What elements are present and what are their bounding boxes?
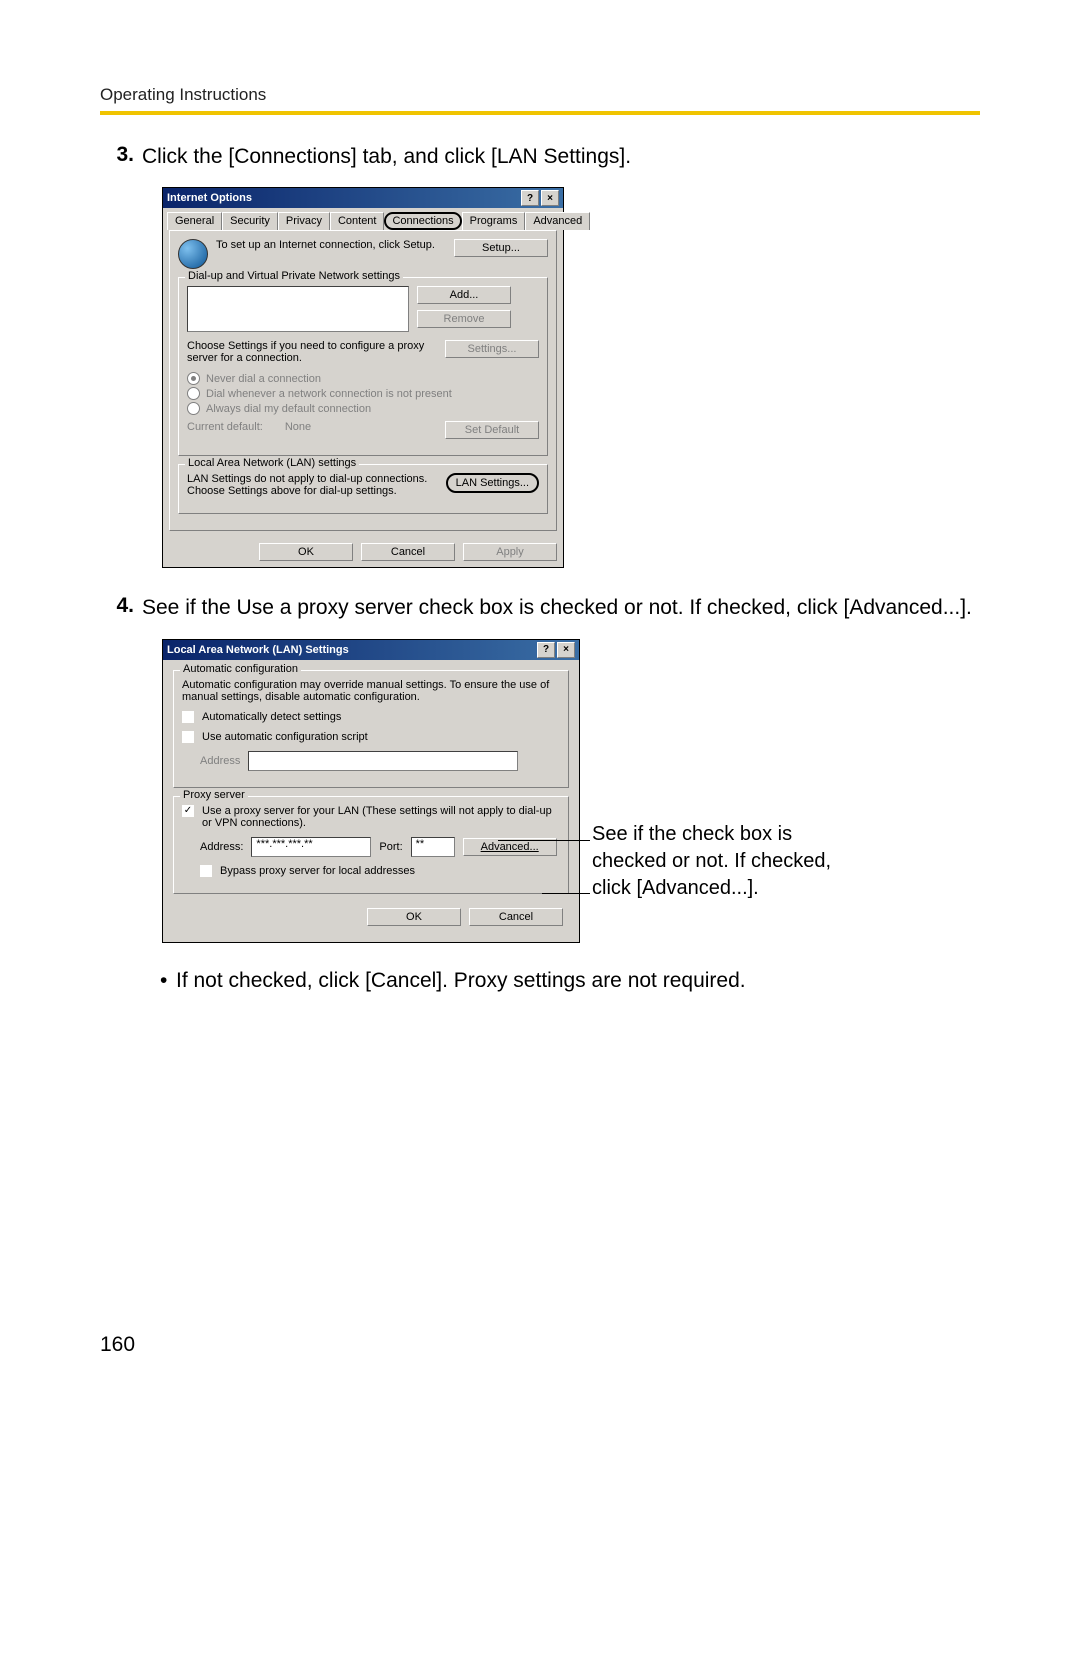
current-default-value: None <box>285 421 311 433</box>
bypass-checkbox[interactable] <box>200 865 212 877</box>
ok-button[interactable]: OK <box>259 543 353 561</box>
bullet-icon: • <box>160 969 176 993</box>
radio-whenever[interactable] <box>187 387 200 400</box>
lan-cancel-button[interactable]: Cancel <box>469 908 563 926</box>
step3-number: 3. <box>100 143 142 171</box>
use-proxy-label: Use a proxy server for your LAN (These s… <box>202 805 560 829</box>
set-default-button: Set Default <box>445 421 539 439</box>
script-address-label: Address <box>200 755 240 767</box>
page-header: Operating Instructions <box>100 85 266 105</box>
radio-never[interactable] <box>187 372 200 385</box>
help-icon[interactable]: ? <box>537 642 555 658</box>
tab-security[interactable]: Security <box>222 212 278 230</box>
close-icon[interactable]: × <box>541 190 559 206</box>
auto-detect-checkbox[interactable] <box>182 711 194 723</box>
cancel-button[interactable]: Cancel <box>361 543 455 561</box>
bullet-text: If not checked, click [Cancel]. Proxy se… <box>176 969 746 993</box>
choose-settings-text: Choose Settings if you need to configure… <box>187 340 437 364</box>
lan-ok-button[interactable]: OK <box>367 908 461 926</box>
internet-options-dialog: Internet Options ? × General Security Pr… <box>162 187 564 568</box>
step3-text: Click the [Connections] tab, and click [… <box>142 143 980 171</box>
tab-advanced[interactable]: Advanced <box>525 212 590 230</box>
io-title: Internet Options <box>167 192 252 204</box>
use-script-label: Use automatic configuration script <box>202 731 368 743</box>
divider-bar <box>100 111 980 115</box>
lan-settings-dialog: Local Area Network (LAN) Settings ? × Au… <box>162 639 580 943</box>
proxy-port-field[interactable]: ** <box>411 837 455 857</box>
remove-button: Remove <box>417 310 511 328</box>
bypass-label: Bypass proxy server for local addresses <box>220 865 415 877</box>
tab-privacy[interactable]: Privacy <box>278 212 330 230</box>
radio-never-label: Never dial a connection <box>206 373 321 385</box>
globe-icon <box>178 239 208 269</box>
help-icon[interactable]: ? <box>521 190 539 206</box>
radio-always[interactable] <box>187 402 200 415</box>
tab-general[interactable]: General <box>167 212 222 230</box>
callout-line-2 <box>542 893 590 894</box>
proxy-address-field[interactable]: ***.***.***.** <box>251 837 371 857</box>
proxy-port-label: Port: <box>379 841 402 853</box>
callout-line-1 <box>498 840 590 841</box>
auto-config-text: Automatic configuration may override man… <box>182 679 560 703</box>
tab-content[interactable]: Content <box>330 212 385 230</box>
setup-text: To set up an Internet connection, click … <box>216 239 446 251</box>
tab-programs[interactable]: Programs <box>462 212 526 230</box>
annotation-text: See if the check box is checked or not. … <box>592 821 872 902</box>
add-button[interactable]: Add... <box>417 286 511 304</box>
settings-button: Settings... <box>445 340 539 358</box>
radio-always-label: Always dial my default connection <box>206 403 371 415</box>
script-address-field <box>248 751 518 771</box>
lan-text: LAN Settings do not apply to dial-up con… <box>187 473 438 497</box>
setup-button[interactable]: Setup... <box>454 239 548 257</box>
proxy-group-title: Proxy server <box>180 789 248 801</box>
page-number: 160 <box>100 1333 980 1357</box>
step4-number: 4. <box>100 594 142 622</box>
lan-settings-button[interactable]: LAN Settings... <box>446 473 539 493</box>
radio-whenever-label: Dial whenever a network connection is no… <box>206 388 452 400</box>
apply-button: Apply <box>463 543 557 561</box>
io-titlebar: Internet Options ? × <box>163 188 563 208</box>
close-icon[interactable]: × <box>557 642 575 658</box>
dialup-group-title: Dial-up and Virtual Private Network sett… <box>185 270 403 282</box>
step4-text: See if the Use a proxy server check box … <box>142 594 980 622</box>
proxy-address-label: Address: <box>200 841 243 853</box>
lan-group-title: Local Area Network (LAN) settings <box>185 457 359 469</box>
use-proxy-checkbox[interactable]: ✓ <box>182 805 194 817</box>
use-script-checkbox[interactable] <box>182 731 194 743</box>
current-default-label: Current default: <box>187 421 263 433</box>
auto-config-group-title: Automatic configuration <box>180 663 301 675</box>
auto-detect-label: Automatically detect settings <box>202 711 341 723</box>
lan-title: Local Area Network (LAN) Settings <box>167 644 349 656</box>
lan-titlebar: Local Area Network (LAN) Settings ? × <box>163 640 579 660</box>
dialup-listbox[interactable] <box>187 286 409 332</box>
tab-connections[interactable]: Connections <box>384 212 461 230</box>
io-tabs: General Security Privacy Content Connect… <box>163 208 563 230</box>
